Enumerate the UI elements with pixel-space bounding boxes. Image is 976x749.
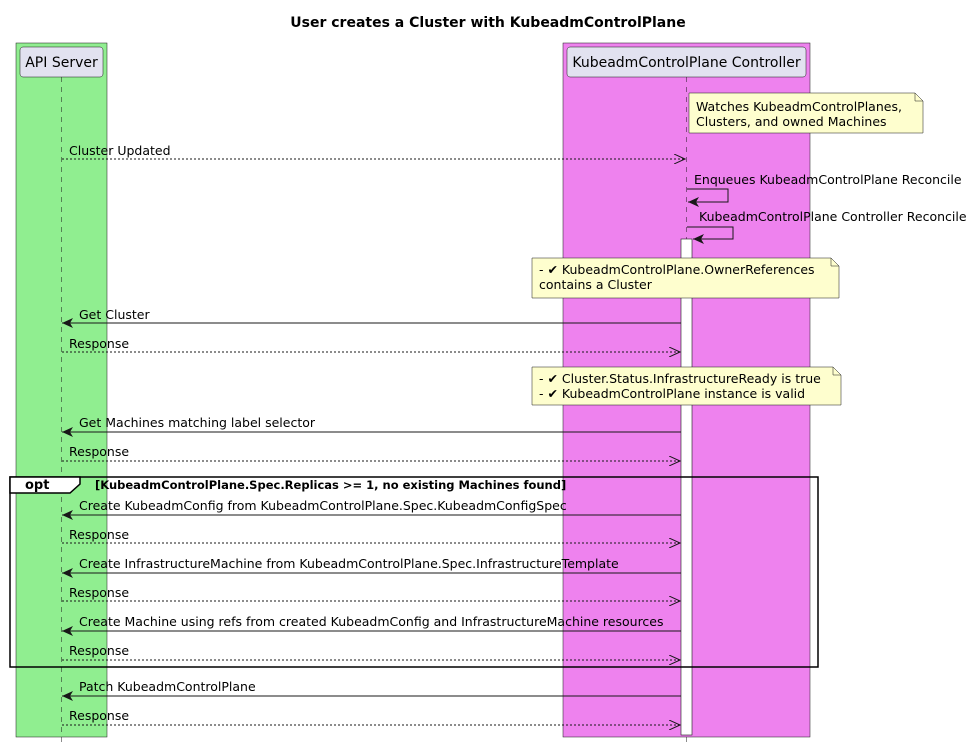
msg-get-cluster: Get Cluster bbox=[79, 307, 150, 322]
msg-enqueues: Enqueues KubeadmControlPlane Reconcile bbox=[694, 172, 962, 187]
opt-condition: [KubeadmControlPlane.Spec.Replicas >= 1,… bbox=[95, 478, 566, 492]
opt-label: opt bbox=[25, 478, 49, 493]
note-infra-ready-line-1: - ✔ Cluster.Status.InfrastructureReady i… bbox=[539, 371, 821, 386]
msg-response-6: Response bbox=[69, 708, 129, 723]
msg-response-4: Response bbox=[69, 585, 129, 600]
controller-label: KubeadmControlPlane Controller bbox=[572, 55, 801, 71]
msg-response-2: Response bbox=[69, 444, 129, 459]
msg-cluster-updated: Cluster Updated bbox=[69, 143, 171, 158]
note-owner-refs-line-1: - ✔ KubeadmControlPlane.OwnerReferences bbox=[539, 262, 815, 277]
msg-create-config: Create KubeadmConfig from KubeadmControl… bbox=[79, 498, 567, 513]
msg-response-3: Response bbox=[69, 527, 129, 542]
diagram-title: User creates a Cluster with KubeadmContr… bbox=[290, 15, 685, 31]
api-server-label: API Server bbox=[25, 55, 98, 71]
note-watches-line-1: Watches KubeadmControlPlanes, bbox=[696, 99, 902, 114]
note-owner-refs-line-2: contains a Cluster bbox=[539, 277, 653, 292]
msg-response-1: Response bbox=[69, 336, 129, 351]
msg-reconcile: KubeadmControlPlane Controller Reconcile bbox=[699, 209, 967, 224]
msg-patch: Patch KubeadmControlPlane bbox=[79, 679, 256, 694]
msg-create-machine: Create Machine using refs from created K… bbox=[79, 614, 664, 629]
sequence-diagram: User creates a Cluster with KubeadmContr… bbox=[9, 15, 967, 745]
note-watches-line-2: Clusters, and owned Machines bbox=[696, 114, 887, 129]
activation-bar bbox=[680, 238, 693, 736]
note-infra-ready-line-2: - ✔ KubeadmControlPlane instance is vali… bbox=[539, 386, 805, 401]
msg-response-5: Response bbox=[69, 643, 129, 658]
msg-create-infra: Create InfrastructureMachine from Kubead… bbox=[79, 556, 619, 571]
msg-get-machines: Get Machines matching label selector bbox=[79, 415, 316, 430]
